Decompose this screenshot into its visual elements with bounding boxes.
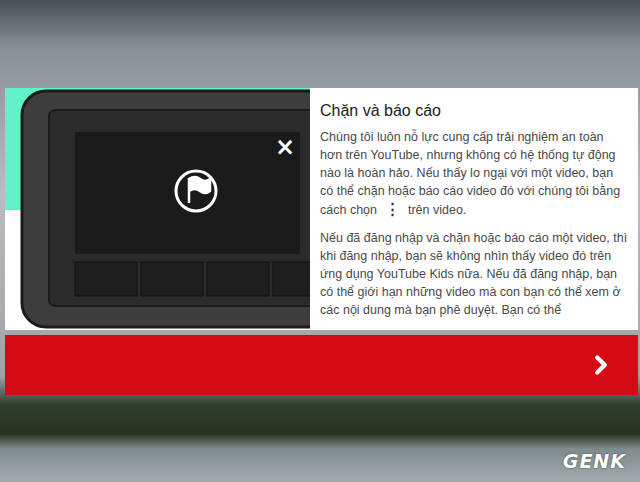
- sky: [0, 0, 640, 88]
- watermark: GENK: [563, 450, 626, 472]
- close-icon[interactable]: ×: [275, 133, 295, 161]
- card-paragraph: Chúng tôi luôn nỗ lực cung cấp trải nghi…: [320, 128, 628, 219]
- text-column: Chặn và báo cáo Chúng tôi luôn nỗ lực cun…: [310, 88, 638, 330]
- more-icon: ⋮: [385, 200, 400, 218]
- chevron-right-icon[interactable]: [586, 350, 616, 380]
- tablet-illustration: ×: [5, 88, 310, 330]
- background-photo: × Chặn và báo cáo Chúng tôi luôn nỗ lực cu…: [0, 0, 640, 482]
- info-card: × Chặn và báo cáo Chúng tôi luôn nỗ lực cu…: [5, 88, 638, 330]
- card-title: Chặn và báo cáo: [320, 100, 628, 122]
- next-button[interactable]: [5, 335, 638, 395]
- flag-icon[interactable]: [176, 171, 216, 211]
- card-paragraph: Nếu đã đăng nhập và chặn hoặc báo cáo mộ…: [320, 229, 628, 319]
